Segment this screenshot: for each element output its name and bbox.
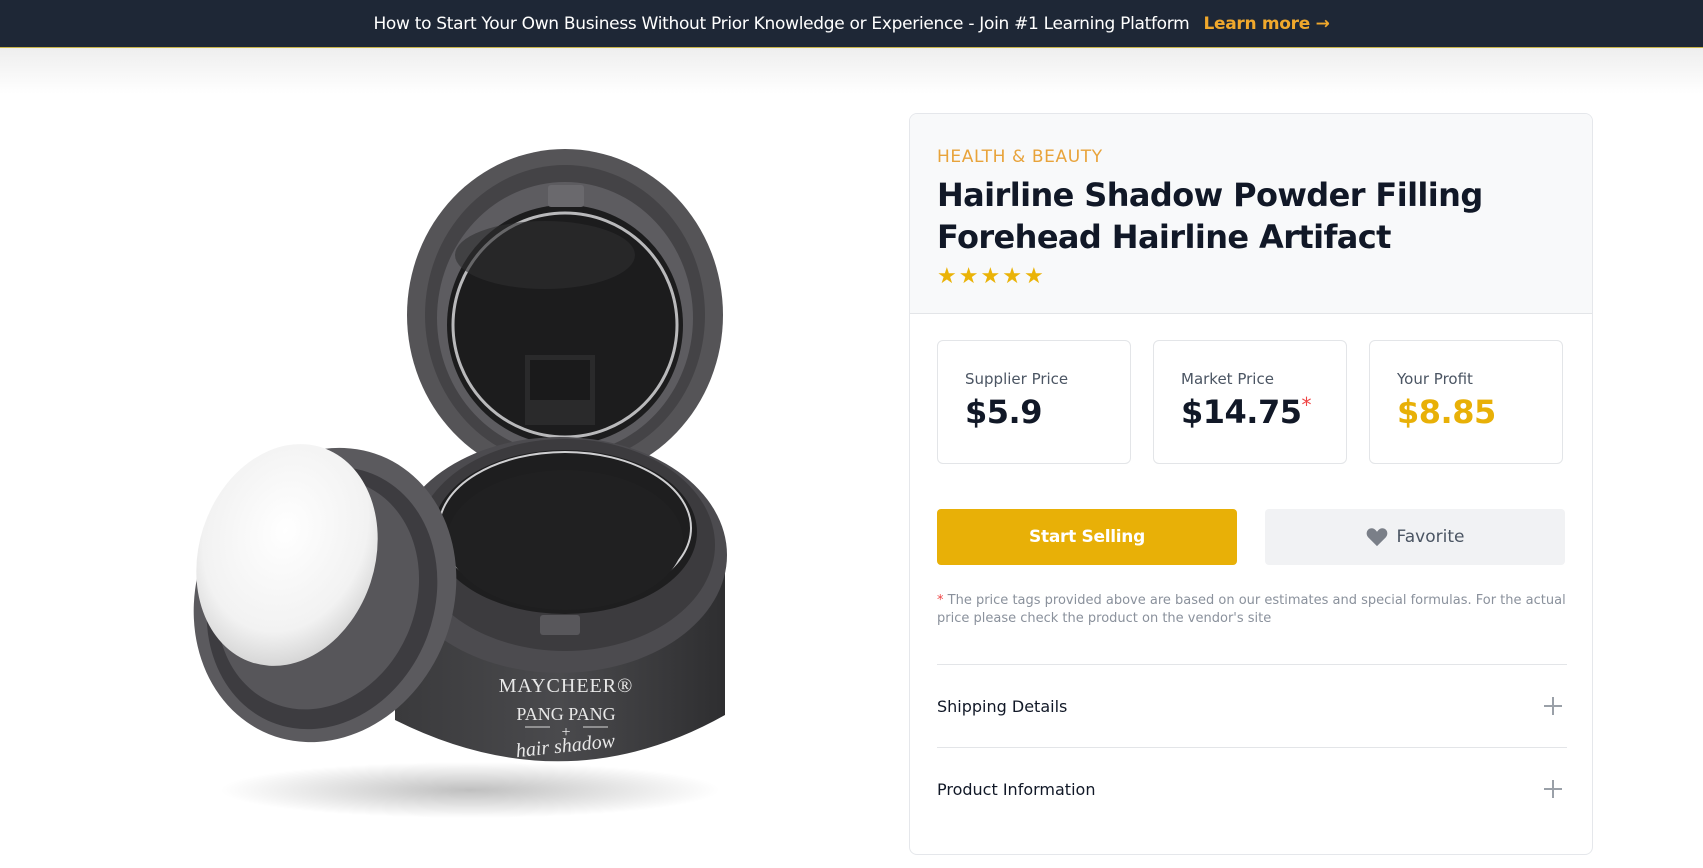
price-disclaimer: * The price tags provided above are base… [937,592,1567,628]
disclaimer-asterisk: * [937,593,944,608]
market-price-row: $14.75* [1181,393,1346,431]
accordion-label: Shipping Details [937,696,1068,716]
product-category[interactable]: HEALTH & BEAUTY [937,147,1565,167]
star-icon: ★ [980,264,1001,289]
favorite-button[interactable]: Favorite [1265,509,1565,565]
price-boxes: Supplier Price $5.9 Market Price $14.75*… [937,340,1563,464]
market-price-box: Market Price $14.75* [1153,340,1347,464]
accordion-label: Product Information [937,779,1096,799]
learn-more-link[interactable]: Learn more → [1203,14,1329,34]
plus-icon[interactable] [1544,780,1562,798]
details-accordion: Shipping Details Product Information [937,664,1567,830]
jar-line1-text: PANG PANG [516,704,615,724]
rating-stars: ★ ★ ★ ★ ★ [937,264,1565,290]
star-icon: ★ [958,264,979,289]
profit-label: Your Profit [1397,370,1473,388]
favorite-label: Favorite [1396,527,1465,547]
product-header: HEALTH & BEAUTY Hairline Shadow Powder F… [910,114,1592,314]
supplier-price-box: Supplier Price $5.9 [937,340,1131,464]
supplier-price-value: $5.9 [965,393,1042,431]
product-title: Hairline Shadow Powder Filling Forehead … [937,176,1483,256]
market-price-asterisk: * [1301,393,1311,417]
accordion-shipping-details[interactable]: Shipping Details [937,664,1567,747]
supplier-price-label: Supplier Price [965,370,1069,388]
action-buttons: Start Selling Favorite [937,509,1565,565]
profit-box: Your Profit $8.85 [1369,340,1563,464]
market-price-value: $14.75 [1181,393,1302,431]
plus-icon[interactable] [1544,697,1562,715]
heart-icon [1366,528,1387,547]
product-image: MAYCHEER® PANG PANG + hair shadow [193,149,727,818]
market-price-label: Market Price [1181,370,1274,388]
start-selling-button[interactable]: Start Selling [937,509,1237,565]
star-icon: ★ [1023,264,1044,289]
product-card: HEALTH & BEAUTY Hairline Shadow Powder F… [909,113,1593,855]
jar-brand-text: MAYCHEER® [499,675,634,697]
header-shadow [0,48,1703,94]
banner-text: How to Start Your Own Business Without P… [373,13,1190,34]
accordion-product-information[interactable]: Product Information [937,747,1567,830]
disclaimer-text: The price tags provided above are based … [937,593,1566,626]
star-icon: ★ [937,264,957,289]
star-icon: ★ [1002,264,1022,289]
profit-value: $8.85 [1397,393,1496,431]
announcement-banner: How to Start Your Own Business Without P… [0,0,1703,48]
